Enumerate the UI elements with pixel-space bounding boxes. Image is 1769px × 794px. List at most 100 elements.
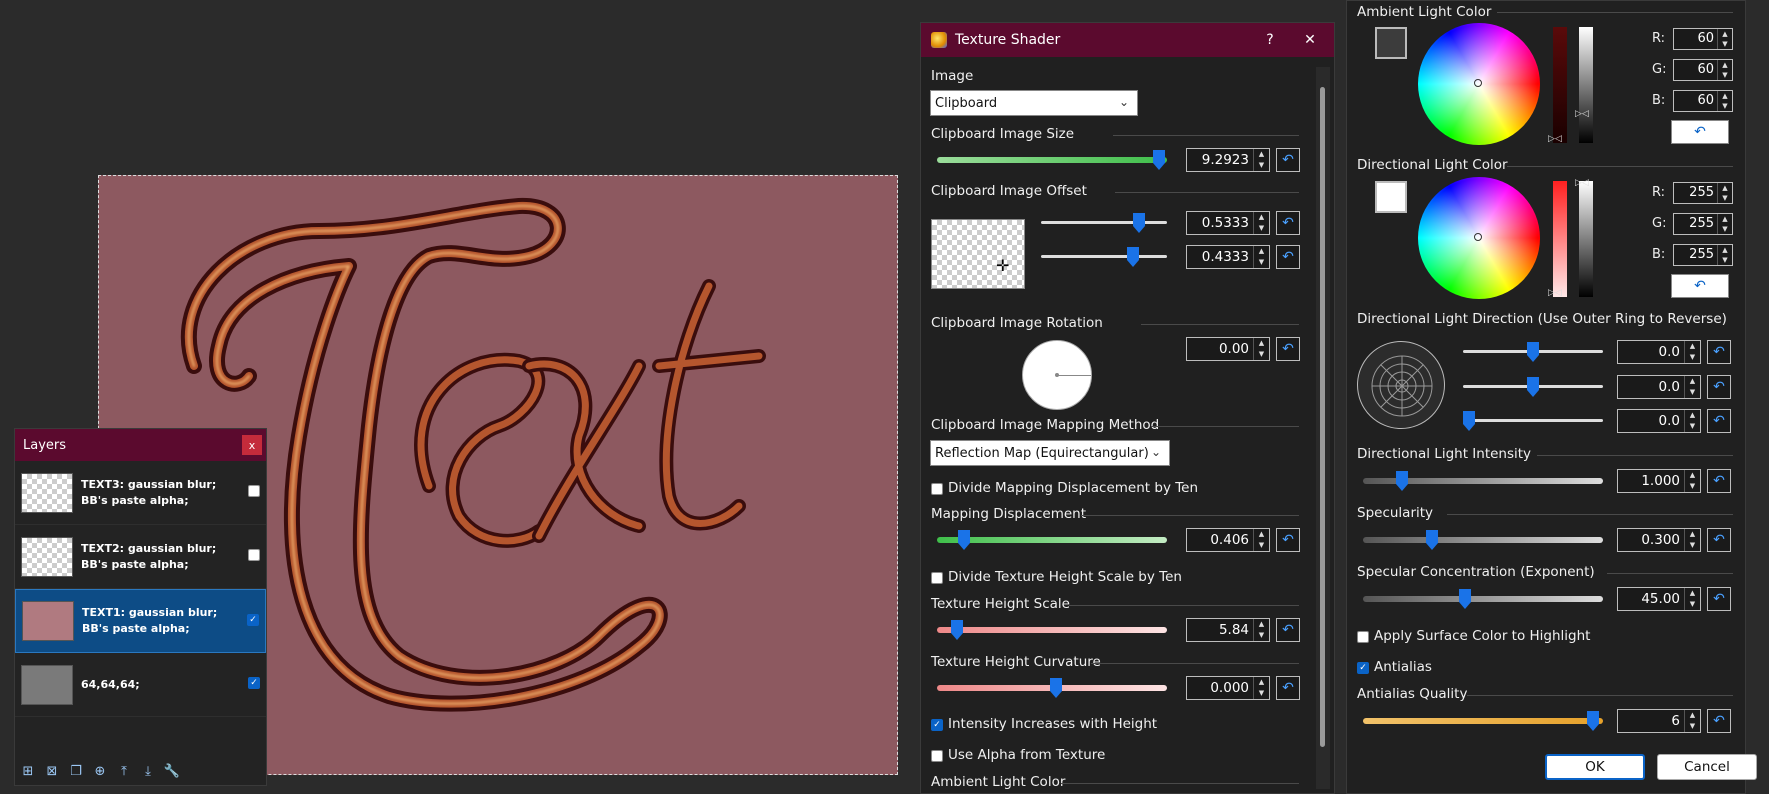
offset-y-reset-button[interactable]: ↶ bbox=[1276, 245, 1300, 269]
aa-quality-reset-button[interactable]: ↶ bbox=[1707, 709, 1731, 733]
direction-y-reset-button[interactable]: ↶ bbox=[1707, 375, 1731, 399]
intensity-height-checkbox[interactable]: ✓ bbox=[931, 719, 943, 731]
close-button[interactable]: ✕ bbox=[1290, 23, 1330, 57]
size-input[interactable]: 9.2923 ▲ ▼ bbox=[1186, 148, 1270, 172]
direction-z-slider[interactable] bbox=[1463, 419, 1603, 422]
offset-y-thumb[interactable] bbox=[1127, 247, 1139, 267]
direction-z-thumb[interactable] bbox=[1463, 411, 1475, 431]
antialias-checkbox[interactable]: ✓ bbox=[1357, 662, 1369, 674]
dialog-scrollbar[interactable] bbox=[1316, 67, 1330, 789]
direction-y-input[interactable]: 0.0 ▲ ▼ bbox=[1617, 375, 1701, 399]
directional-red-bar[interactable] bbox=[1553, 181, 1567, 297]
offset-x-thumb[interactable] bbox=[1133, 213, 1145, 233]
divide-height-checkbox[interactable] bbox=[931, 572, 943, 584]
ambient-b-input[interactable]: 60 ▲ ▼ bbox=[1673, 90, 1733, 112]
use-alpha-checkbox[interactable] bbox=[931, 750, 943, 762]
intensity-input[interactable]: 1.000 ▲ ▼ bbox=[1617, 469, 1701, 493]
ambient-reset-button[interactable]: ↶ bbox=[1671, 120, 1729, 144]
direction-x-input[interactable]: 0.0 ▲ ▼ bbox=[1617, 340, 1701, 364]
surface-color-checkbox[interactable] bbox=[1357, 631, 1369, 643]
directional-reset-button[interactable]: ↶ bbox=[1671, 274, 1729, 298]
layers-close-button[interactable]: x bbox=[242, 435, 262, 455]
displacement-slider-track[interactable] bbox=[937, 537, 1167, 543]
offset-x-input[interactable]: 0.5333 ▲ ▼ bbox=[1186, 211, 1270, 235]
mapping-method-select[interactable]: Reflection Map (Equirectangular) ⌄ bbox=[930, 440, 1170, 466]
directional-g-input[interactable]: 255 ▲ ▼ bbox=[1673, 213, 1733, 235]
height-scale-input[interactable]: 5.84 ▲ ▼ bbox=[1186, 618, 1270, 642]
concentration-slider-thumb[interactable] bbox=[1459, 589, 1471, 609]
directional-color-swatch[interactable] bbox=[1375, 181, 1407, 213]
ambient-color-swatch[interactable] bbox=[1375, 27, 1407, 59]
specularity-input[interactable]: 0.300 ▲ ▼ bbox=[1617, 528, 1701, 552]
displacement-slider-thumb[interactable] bbox=[958, 530, 970, 550]
ambient-g-input[interactable]: 60 ▲ ▼ bbox=[1673, 59, 1733, 81]
ambient-red-bar[interactable] bbox=[1553, 27, 1567, 143]
layer-visibility-checkbox[interactable]: ✓ bbox=[247, 614, 259, 626]
size-label: Clipboard Image Size bbox=[931, 126, 1075, 142]
directional-color-wheel[interactable] bbox=[1418, 177, 1540, 299]
layer-visibility-checkbox[interactable] bbox=[248, 485, 260, 497]
rotation-dial[interactable] bbox=[1022, 340, 1092, 410]
specularity-slider-thumb[interactable] bbox=[1426, 530, 1438, 550]
image-source-select[interactable]: Clipboard ⌄ bbox=[930, 90, 1138, 116]
concentration-slider-track[interactable] bbox=[1363, 596, 1603, 602]
offset-y-slider[interactable] bbox=[1041, 255, 1167, 258]
concentration-input[interactable]: 45.00 ▲ ▼ bbox=[1617, 587, 1701, 611]
direction-pad[interactable] bbox=[1357, 341, 1445, 429]
direction-y-thumb[interactable] bbox=[1527, 377, 1539, 397]
curvature-slider-thumb[interactable] bbox=[1050, 678, 1062, 698]
offset-y-input[interactable]: 0.4333 ▲ ▼ bbox=[1186, 245, 1270, 269]
ok-button[interactable]: OK bbox=[1545, 754, 1645, 780]
displacement-reset-button[interactable]: ↶ bbox=[1276, 528, 1300, 552]
size-slider-track[interactable] bbox=[937, 157, 1167, 163]
layer-row-background[interactable]: 64,64,64; ✓ bbox=[15, 653, 266, 717]
ambient-r-input[interactable]: 60 ▲ ▼ bbox=[1673, 28, 1733, 50]
aa-quality-slider-thumb[interactable] bbox=[1587, 711, 1599, 731]
layer-visibility-checkbox[interactable] bbox=[248, 549, 260, 561]
height-scale-slider-thumb[interactable] bbox=[951, 620, 963, 640]
directional-r-input[interactable]: 255 ▲ ▼ bbox=[1673, 182, 1733, 204]
divide-displacement-checkbox[interactable] bbox=[931, 483, 943, 495]
offset-x-slider[interactable] bbox=[1041, 221, 1167, 224]
intensity-slider-thumb[interactable] bbox=[1396, 471, 1408, 491]
rotation-input[interactable]: 0.00 ▲ ▼ bbox=[1186, 337, 1270, 361]
intensity-reset-button[interactable]: ↶ bbox=[1707, 469, 1731, 493]
size-reset-button[interactable]: ↶ bbox=[1276, 148, 1300, 172]
scrollbar-thumb[interactable] bbox=[1320, 87, 1325, 747]
layer-row-text3[interactable]: TEXT3: gaussian blur; BB's paste alpha; bbox=[15, 461, 266, 525]
direction-z-input[interactable]: 0.0 ▲ ▼ bbox=[1617, 409, 1701, 433]
duplicate-layer-icon[interactable]: ❐ bbox=[67, 763, 85, 781]
offset-picker[interactable]: ✛ bbox=[931, 219, 1025, 289]
layer-row-text2[interactable]: TEXT2: gaussian blur; BB's paste alpha; bbox=[15, 525, 266, 589]
help-button[interactable]: ? bbox=[1250, 23, 1290, 57]
layer-visibility-checkbox[interactable]: ✓ bbox=[248, 677, 260, 689]
properties-wrench-icon[interactable]: 🔧 bbox=[163, 763, 181, 781]
offset-x-reset-button[interactable]: ↶ bbox=[1276, 211, 1300, 235]
height-scale-slider-track[interactable] bbox=[937, 627, 1167, 633]
aa-quality-slider-track[interactable] bbox=[1363, 718, 1603, 724]
delete-layer-icon[interactable]: ⊠ bbox=[43, 763, 61, 781]
ambient-value-bar[interactable] bbox=[1579, 27, 1593, 143]
move-up-icon[interactable]: ⤒ bbox=[115, 763, 133, 781]
specularity-slider-track[interactable] bbox=[1363, 537, 1603, 543]
move-down-icon[interactable]: ⤓ bbox=[139, 763, 157, 781]
height-scale-reset-button[interactable]: ↶ bbox=[1276, 618, 1300, 642]
ambient-color-wheel[interactable] bbox=[1418, 23, 1540, 145]
direction-x-reset-button[interactable]: ↶ bbox=[1707, 340, 1731, 364]
displacement-input[interactable]: 0.406 ▲ ▼ bbox=[1186, 528, 1270, 552]
merge-layer-icon[interactable]: ⊕ bbox=[91, 763, 109, 781]
specularity-reset-button[interactable]: ↶ bbox=[1707, 528, 1731, 552]
curvature-reset-button[interactable]: ↶ bbox=[1276, 676, 1300, 700]
layer-row-text1[interactable]: TEXT1: gaussian blur; BB's paste alpha; … bbox=[15, 589, 266, 653]
curvature-input[interactable]: 0.000 ▲ ▼ bbox=[1186, 676, 1270, 700]
aa-quality-input[interactable]: 6 ▲ ▼ bbox=[1617, 709, 1701, 733]
directional-b-input[interactable]: 255 ▲ ▼ bbox=[1673, 244, 1733, 266]
directional-value-bar[interactable] bbox=[1579, 181, 1593, 297]
direction-x-thumb[interactable] bbox=[1527, 342, 1539, 362]
size-slider-thumb[interactable] bbox=[1153, 150, 1165, 170]
rotation-reset-button[interactable]: ↶ bbox=[1276, 337, 1300, 361]
concentration-reset-button[interactable]: ↶ bbox=[1707, 587, 1731, 611]
add-layer-icon[interactable]: ⊞ bbox=[19, 763, 37, 781]
direction-z-reset-button[interactable]: ↶ bbox=[1707, 409, 1731, 433]
cancel-button[interactable]: Cancel bbox=[1657, 754, 1757, 780]
